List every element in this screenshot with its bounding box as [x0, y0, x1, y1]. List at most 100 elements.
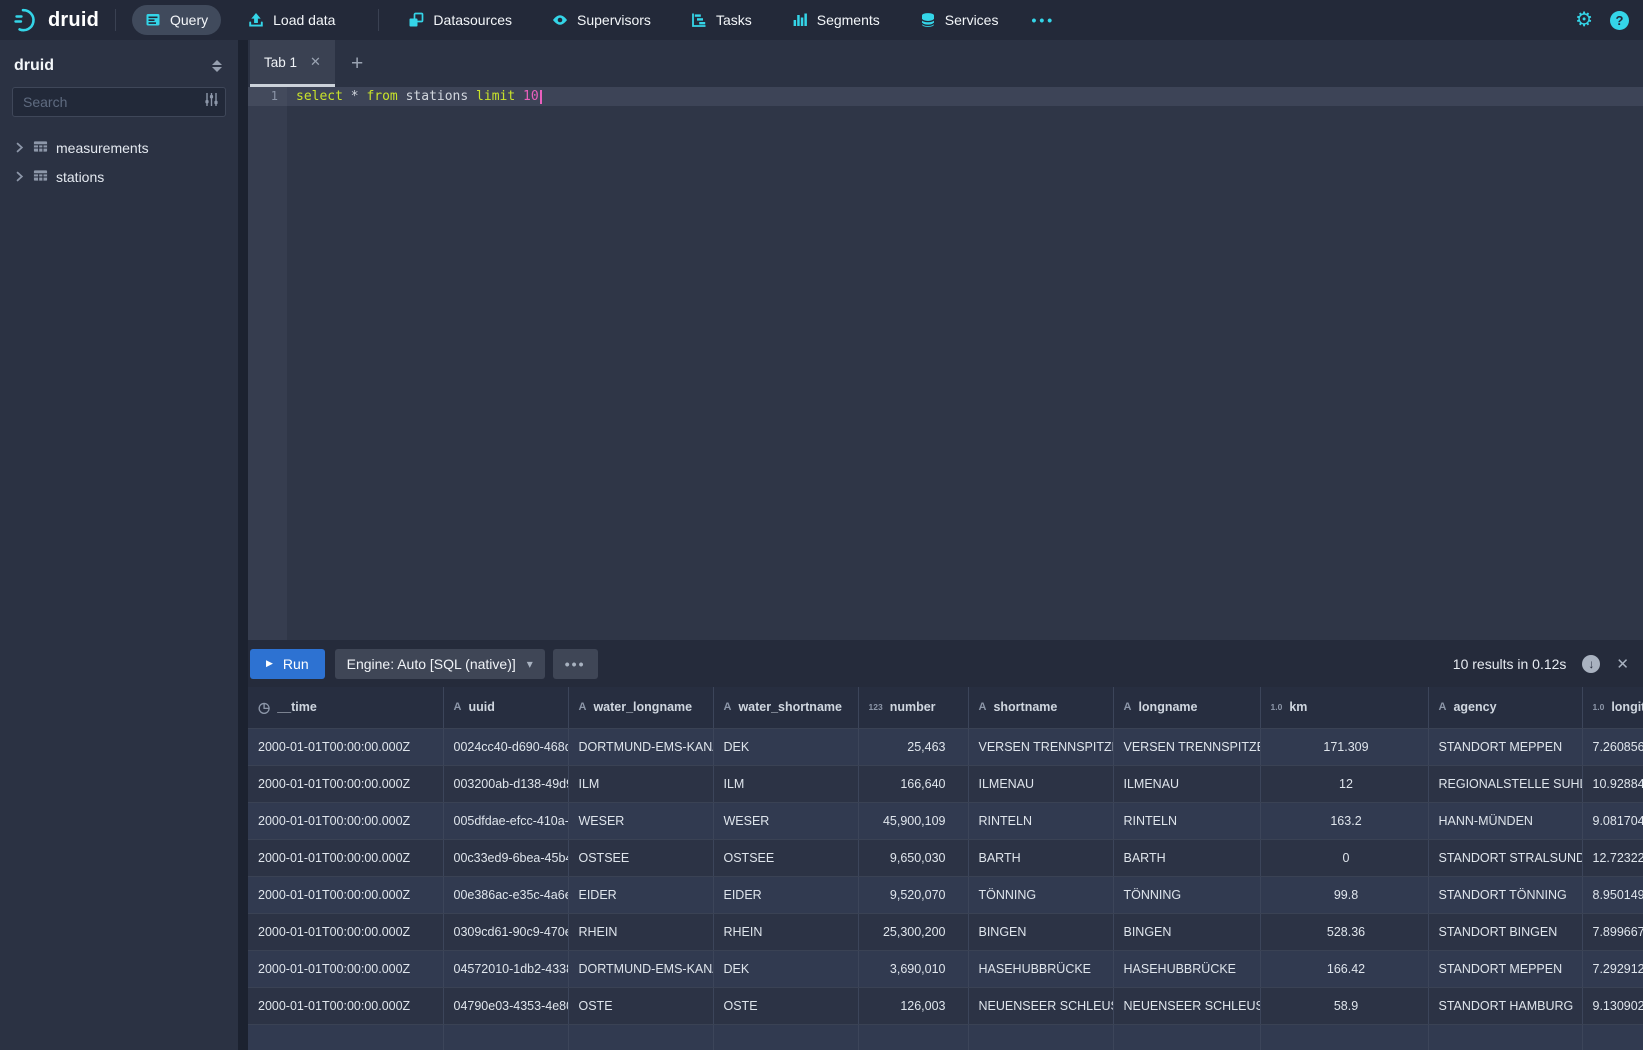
column-header[interactable]: 1.0longitude — [1582, 687, 1643, 728]
column-header[interactable]: 123number — [858, 687, 968, 728]
cell[interactable]: 2000-01-01T00:00:00.000Z — [248, 876, 443, 913]
cell[interactable]: BINGEN — [1113, 913, 1260, 950]
cell[interactable]: EIDER — [568, 876, 713, 913]
cell[interactable]: 2000-01-01T00:00:00.000Z — [248, 950, 443, 987]
help-icon[interactable]: ? — [1610, 11, 1629, 30]
cell[interactable]: BARTH — [968, 839, 1113, 876]
cell[interactable]: 005dfdae-efcc-410a-bf1 — [443, 802, 568, 839]
cell[interactable]: DORTMUND-EMS-KANA — [568, 728, 713, 765]
cell[interactable]: REGIONALSTELLE SUHL — [1428, 765, 1582, 802]
column-header[interactable]: Aagency — [1428, 687, 1582, 728]
new-tab-button[interactable]: + — [335, 40, 379, 87]
cell[interactable]: 10.928842 — [1582, 765, 1643, 802]
cell[interactable]: STANDORT BINGEN — [1428, 913, 1582, 950]
cell[interactable]: 003200ab-d138-49d9-aa — [443, 765, 568, 802]
cell[interactable] — [1260, 1024, 1428, 1050]
cell[interactable]: BINGEN — [968, 913, 1113, 950]
cell[interactable]: 2000-01-01T00:00:00.000Z — [248, 987, 443, 1024]
cell[interactable]: 9.130902 — [1582, 987, 1643, 1024]
cell[interactable]: BARTH — [1113, 839, 1260, 876]
cell[interactable]: TÖNNING — [1113, 876, 1260, 913]
cell[interactable]: DORTMUND-EMS-KANA — [568, 950, 713, 987]
close-results-icon[interactable]: ✕ — [1616, 655, 1629, 673]
cell[interactable]: 163.2 — [1260, 802, 1428, 839]
cell[interactable]: OSTSEE — [713, 839, 858, 876]
cell[interactable]: 7.260856 — [1582, 728, 1643, 765]
cell[interactable]: 166.42 — [1260, 950, 1428, 987]
nav-item-query[interactable]: Query — [132, 5, 221, 35]
cell[interactable]: VERSEN TRENNSPITZE — [968, 728, 1113, 765]
cell[interactable] — [568, 1024, 713, 1050]
download-results-icon[interactable]: ↓ — [1582, 655, 1600, 673]
cell[interactable]: RINTELN — [1113, 802, 1260, 839]
cell[interactable]: HASEHUBBRÜCKE — [1113, 950, 1260, 987]
cell[interactable]: 9,520,070 — [858, 876, 968, 913]
cell[interactable]: RINTELN — [968, 802, 1113, 839]
cell[interactable]: ILMENAU — [1113, 765, 1260, 802]
cell[interactable]: DEK — [713, 728, 858, 765]
cell[interactable]: NEUENSEER SCHLEUSEN — [1113, 987, 1260, 1024]
nav-more-button[interactable]: ••• — [1025, 8, 1061, 32]
cell[interactable]: HANN-MÜNDEN — [1428, 802, 1582, 839]
cell[interactable]: ILM — [713, 765, 858, 802]
cell[interactable]: 99.8 — [1260, 876, 1428, 913]
cell[interactable] — [1428, 1024, 1582, 1050]
nav-item-supervisors[interactable]: Supervisors — [539, 5, 664, 35]
column-header[interactable]: Ashortname — [968, 687, 1113, 728]
cell[interactable]: 04572010-1db2-4338-85 — [443, 950, 568, 987]
cell[interactable]: ILM — [568, 765, 713, 802]
cell[interactable]: WESER — [568, 802, 713, 839]
cell[interactable]: STANDORT STRALSUND — [1428, 839, 1582, 876]
cell[interactable] — [968, 1024, 1113, 1050]
tab-1[interactable]: Tab 1 ✕ — [250, 40, 335, 87]
cell[interactable]: HASEHUBBRÜCKE — [968, 950, 1113, 987]
cell[interactable]: 2000-01-01T00:00:00.000Z — [248, 839, 443, 876]
cell[interactable]: VERSEN TRENNSPITZE — [1113, 728, 1260, 765]
cell[interactable]: 2000-01-01T00:00:00.000Z — [248, 913, 443, 950]
cell[interactable]: 2000-01-01T00:00:00.000Z — [248, 765, 443, 802]
druid-logo[interactable]: druid — [14, 7, 99, 33]
query-more-button[interactable]: ••• — [553, 649, 598, 679]
cell[interactable]: 0309cd61-90c9-470e-99 — [443, 913, 568, 950]
cell[interactable]: 3,690,010 — [858, 950, 968, 987]
filter-sliders-icon[interactable] — [204, 92, 219, 112]
cell[interactable]: RHEIN — [713, 913, 858, 950]
schema-sort-button[interactable] — [212, 60, 222, 72]
tab-close-icon[interactable]: ✕ — [310, 54, 321, 70]
cell[interactable]: STANDORT HAMBURG — [1428, 987, 1582, 1024]
cell[interactable]: 00c33ed9-6bea-45b4-87 — [443, 839, 568, 876]
search-input[interactable] — [23, 94, 204, 110]
cell[interactable] — [713, 1024, 858, 1050]
cell[interactable]: WESER — [713, 802, 858, 839]
nav-item-datasources[interactable]: Datasources — [395, 5, 525, 35]
cell[interactable] — [443, 1024, 568, 1050]
cell[interactable]: OSTE — [568, 987, 713, 1024]
cell[interactable]: 2000-01-01T00:00:00.000Z — [248, 728, 443, 765]
cell[interactable] — [1582, 1024, 1643, 1050]
column-header[interactable]: Alongname — [1113, 687, 1260, 728]
cell[interactable]: 9,650,030 — [858, 839, 968, 876]
cell[interactable]: 7.899667 — [1582, 913, 1643, 950]
cell[interactable]: 0 — [1260, 839, 1428, 876]
nav-item-load-data[interactable]: Load data — [235, 5, 348, 35]
column-header[interactable]: Auuid — [443, 687, 568, 728]
cell[interactable]: DEK — [713, 950, 858, 987]
engine-select-button[interactable]: Engine: Auto [SQL (native)] ▾ — [335, 649, 545, 679]
column-header[interactable]: Awater_shortname — [713, 687, 858, 728]
column-header[interactable]: Awater_longname — [568, 687, 713, 728]
cell[interactable] — [248, 1024, 443, 1050]
cell[interactable]: STANDORT MEPPEN — [1428, 950, 1582, 987]
cell[interactable]: NEUENSEER SCHLEUSEN — [968, 987, 1113, 1024]
editor-code-area[interactable]: select * from stations limit 10 — [287, 87, 1643, 640]
cell[interactable]: 12.723220 — [1582, 839, 1643, 876]
cell[interactable]: 126,003 — [858, 987, 968, 1024]
cell[interactable]: 00e386ac-e35c-4a6e-80 — [443, 876, 568, 913]
tree-item-stations[interactable]: stations — [0, 162, 238, 191]
cell[interactable]: EIDER — [713, 876, 858, 913]
cell[interactable]: TÖNNING — [968, 876, 1113, 913]
cell[interactable] — [858, 1024, 968, 1050]
cell[interactable]: 528.36 — [1260, 913, 1428, 950]
cell[interactable]: 9.081704 — [1582, 802, 1643, 839]
cell[interactable]: 7.292912 — [1582, 950, 1643, 987]
cell[interactable]: RHEIN — [568, 913, 713, 950]
